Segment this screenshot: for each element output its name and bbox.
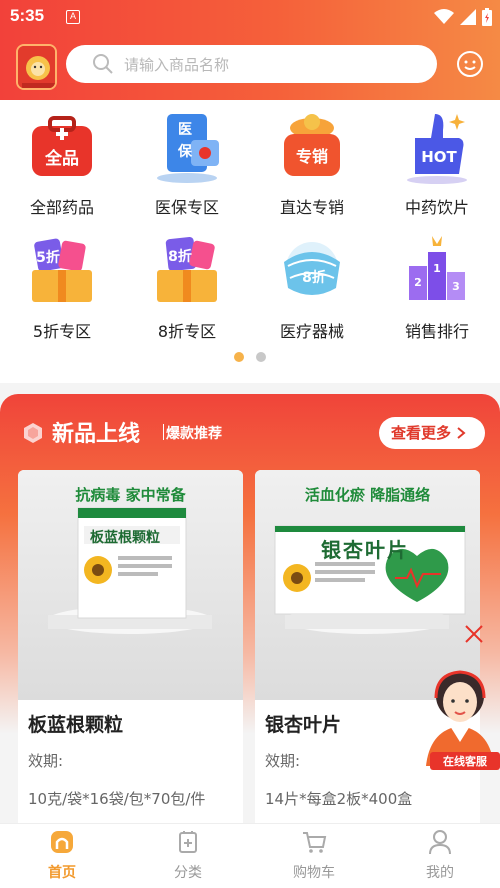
product-efficacy: 效期:	[28, 752, 64, 770]
tab-label: 购物车	[293, 865, 335, 881]
category-herbal-pieces[interactable]: HOT 中药饮片	[377, 108, 497, 218]
category-label: 全部药品	[29, 198, 94, 217]
tab-profile[interactable]: 我的	[390, 828, 490, 882]
category-direct-sale[interactable]: 专销 直达专销	[252, 108, 372, 218]
home-icon	[51, 831, 73, 853]
svg-text:8折: 8折	[168, 248, 192, 265]
search-bar[interactable]: 请输入商品名称	[66, 45, 437, 83]
category-label: 5折专区	[32, 322, 92, 341]
category-label: 医保专区	[154, 198, 219, 217]
shopping-basket-icon: 专销	[284, 114, 340, 176]
category-medical-devices[interactable]: 8折 医疗器械	[252, 232, 372, 342]
gift-box-5-icon: 5折	[32, 238, 92, 302]
category-20-off[interactable]: 8折 8折专区	[127, 232, 247, 342]
svg-text:3: 3	[452, 280, 460, 293]
package-label: 板蓝根颗粒	[90, 530, 160, 546]
category-label: 销售排行	[404, 322, 469, 341]
svg-text:保: 保	[177, 143, 193, 160]
product-spec: 10克/袋*16袋/包*70包/件	[28, 790, 206, 808]
category-label: 8折专区	[157, 322, 217, 341]
svg-text:2: 2	[414, 276, 422, 289]
tab-home[interactable]: 首页	[12, 828, 112, 882]
category-all-medicine[interactable]: 全品 全部药品	[2, 108, 122, 218]
svg-text:5折: 5折	[36, 249, 60, 266]
user-icon	[429, 830, 451, 855]
podium-icon: 2 1 3	[409, 236, 465, 300]
battery-icon	[482, 8, 492, 26]
insurance-card-icon: 医 保	[157, 114, 219, 183]
chevron-right-icon	[457, 427, 466, 439]
category-icon	[179, 831, 197, 853]
category-label: 医疗器械	[279, 322, 344, 341]
product-name: 银杏叶片	[265, 714, 342, 736]
product-spec: 14片*每盒2板*400盒	[265, 790, 413, 808]
signal-icon	[460, 9, 476, 25]
category-insurance[interactable]: 医 保 医保专区	[127, 108, 247, 218]
status-time: 5:35	[10, 6, 45, 25]
thumbs-up-hot-icon: HOT	[407, 114, 467, 184]
title-divider	[163, 424, 164, 440]
tab-label: 分类	[174, 865, 202, 881]
tab-category[interactable]: 分类	[138, 828, 238, 882]
close-icon[interactable]	[464, 624, 484, 644]
view-more-label: 查看更多	[391, 424, 452, 442]
service-label: 在线客服	[443, 755, 487, 768]
search-placeholder: 请输入商品名称	[124, 56, 230, 74]
product-image: 抗病毒 家中常备 板蓝根颗粒	[18, 470, 243, 700]
status-icons	[434, 8, 492, 26]
cart-icon	[303, 832, 327, 853]
product-card[interactable]: 抗病毒 家中常备 板蓝根颗粒 板蓝根颗粒 效期: 10克/袋*16袋/包*70包…	[18, 470, 243, 850]
svg-text:医: 医	[178, 122, 192, 138]
package-label: 银杏叶片	[321, 538, 409, 562]
app-logo[interactable]	[16, 44, 57, 90]
mask-icon: 8折	[284, 242, 340, 295]
category-sales-ranking[interactable]: 2 1 3 销售排行	[377, 232, 497, 342]
customer-service-float[interactable]: 在线客服	[420, 620, 500, 770]
view-more-button[interactable]: 查看更多	[379, 417, 485, 449]
carousel-dot-active[interactable]	[234, 352, 244, 362]
product-name: 板蓝根颗粒	[28, 714, 124, 736]
product-efficacy: 效期:	[265, 752, 301, 770]
service-agent-icon	[426, 670, 494, 766]
category-grid: 全品 全部药品 医 保 医保专区 专销 直达专销 HOT 中药饮片 5折 5折专…	[0, 100, 500, 383]
category-label: 中药饮片	[404, 198, 469, 217]
tab-label: 首页	[48, 865, 76, 881]
tab-cart[interactable]: 购物车	[264, 828, 364, 882]
svg-text:专销: 专销	[296, 147, 328, 166]
search-icon	[93, 54, 113, 74]
svg-text:HOT: HOT	[421, 148, 457, 166]
section-title: 新品上线	[52, 422, 141, 447]
lion-logo-icon	[18, 46, 55, 88]
category-label: 直达专销	[279, 198, 344, 217]
status-bar: 5:35 A	[0, 0, 500, 34]
medicine-bag-icon: 全品	[32, 116, 92, 176]
tab-label: 我的	[426, 865, 454, 881]
hexagon-icon	[24, 423, 42, 443]
chat-icon[interactable]	[456, 50, 484, 78]
svg-text:1: 1	[433, 262, 441, 275]
carousel-indicator	[234, 352, 266, 362]
svg-text:8折: 8折	[302, 269, 326, 286]
notification-icon: A	[66, 10, 80, 24]
category-50-off[interactable]: 5折 5折专区	[2, 232, 122, 342]
app-header: 5:35 A 请输入商品名称	[0, 0, 500, 100]
carousel-dot[interactable]	[256, 352, 266, 362]
medicine-package-image	[48, 507, 212, 634]
wifi-icon	[434, 9, 454, 24]
svg-text:全品: 全品	[44, 148, 79, 169]
gift-box-8-icon: 8折	[157, 237, 217, 302]
section-subtitle: 爆款推荐	[166, 426, 222, 442]
bottom-tab-bar: 首页 分类 购物车 我的	[0, 823, 500, 888]
